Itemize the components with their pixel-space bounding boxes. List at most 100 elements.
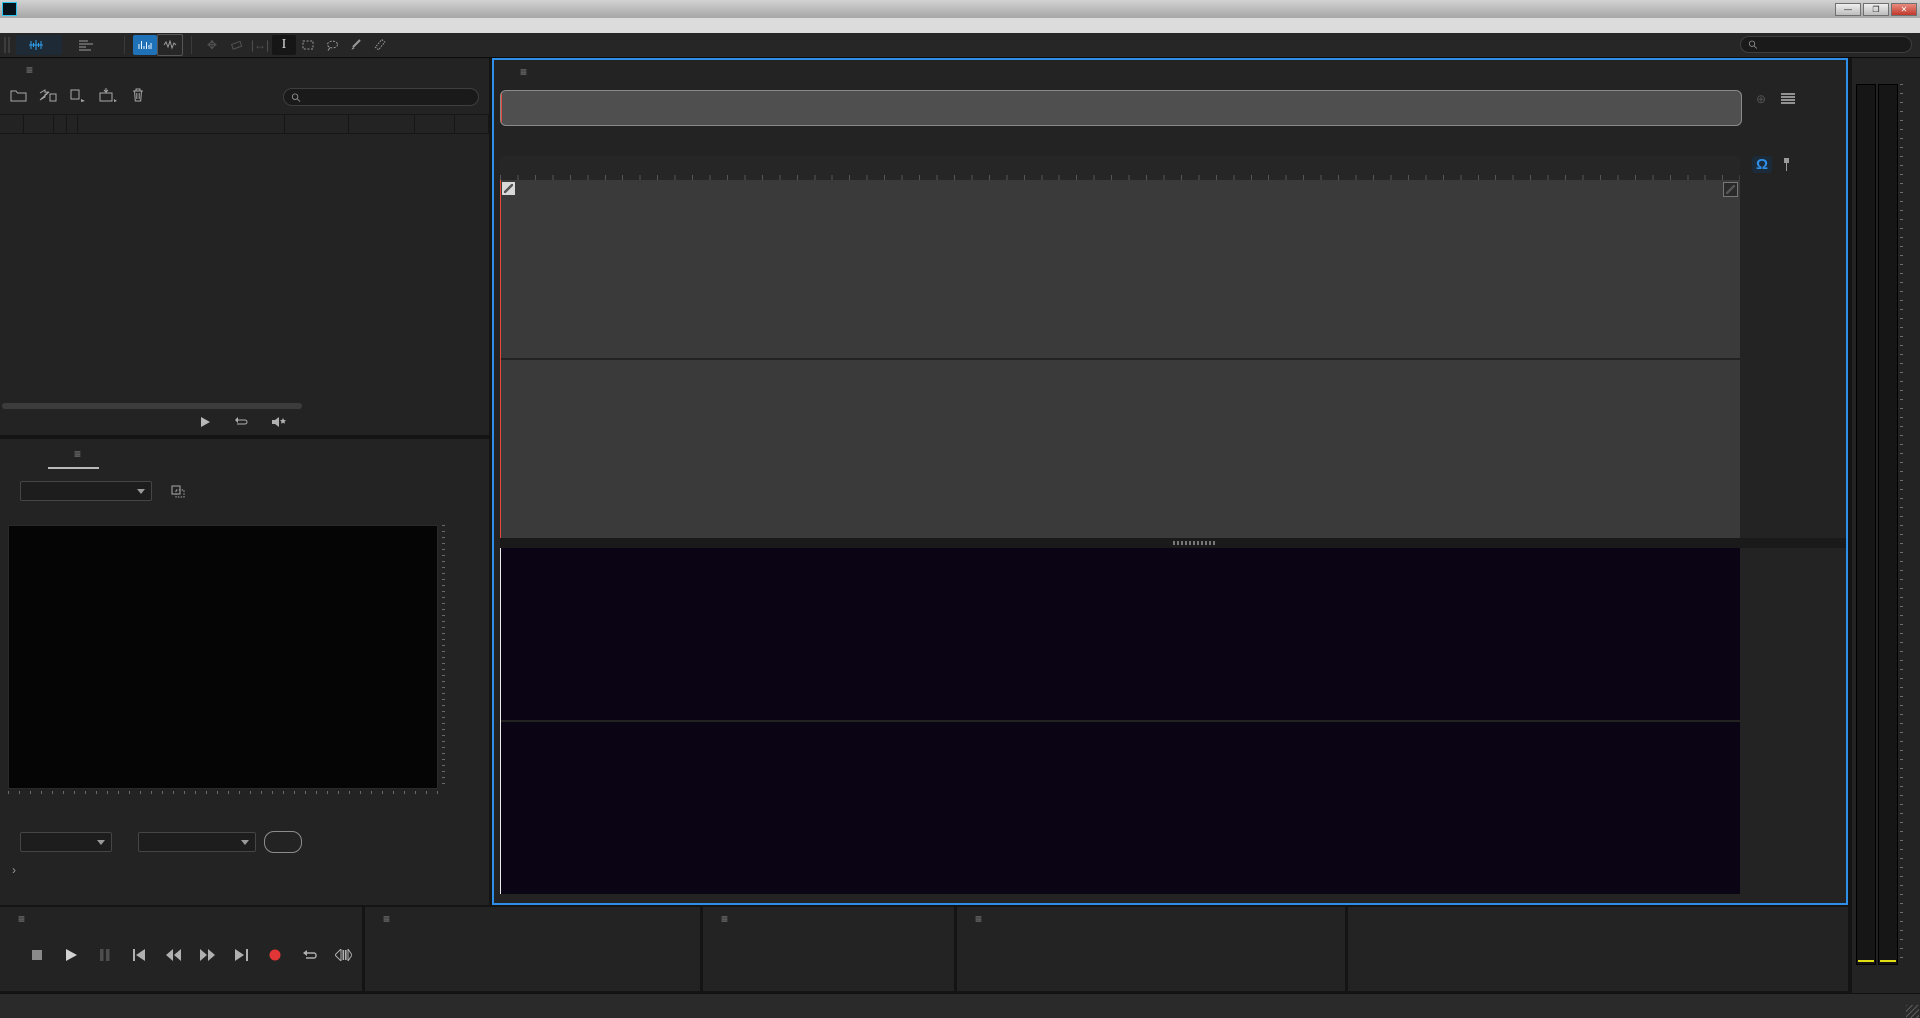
- paintbrush-icon: [351, 39, 361, 50]
- zoom-panel: ≡: [703, 907, 954, 991]
- slip-tool[interactable]: |↔|: [248, 35, 272, 55]
- tab-amplitude-statistics[interactable]: [12, 447, 48, 453]
- preview-play-button[interactable]: [200, 416, 211, 428]
- panel-menu-icon[interactable]: ≡: [975, 912, 982, 926]
- files-search-input[interactable]: [305, 88, 471, 106]
- play-button[interactable]: [60, 945, 82, 965]
- spectral-display-icon: [138, 41, 152, 49]
- display-select[interactable]: [20, 832, 112, 852]
- waveform-channel-2[interactable]: [500, 360, 1740, 538]
- hz-scale-channel-2: [1742, 722, 1846, 894]
- razor-tool[interactable]: [224, 35, 248, 55]
- db-scale-channel-1: [1742, 180, 1846, 358]
- record-button[interactable]: [264, 945, 286, 965]
- maximize-button[interactable]: ❐: [1863, 2, 1889, 16]
- panel-menu-icon[interactable]: ≡: [18, 912, 25, 926]
- waveform-editor-button[interactable]: [16, 35, 62, 55]
- new-item-icon[interactable]: [68, 86, 88, 104]
- lasso-icon: [326, 40, 338, 51]
- resize-grip[interactable]: [1906, 1005, 1919, 1018]
- tab-frequency-analysis[interactable]: ≡: [48, 447, 100, 469]
- toolbar: ✥ |↔| I: [0, 33, 1920, 58]
- titlebar: — ❐ ✕: [0, 0, 1920, 18]
- snapshot-icon[interactable]: [168, 482, 188, 500]
- workspace-bar: [590, 33, 1708, 57]
- spectrogram-channel-1[interactable]: [500, 548, 1740, 720]
- search-icon: [291, 92, 301, 102]
- marquee-icon: [302, 40, 314, 50]
- waveform-icon: [29, 40, 43, 50]
- edit-marker-icon[interactable]: [1723, 182, 1738, 197]
- chevron-right-icon[interactable]: ›: [12, 863, 16, 877]
- graph-db-axis: [440, 525, 481, 789]
- open-file-icon[interactable]: [8, 86, 28, 104]
- playhead-line[interactable]: [500, 180, 501, 538]
- snap-magnet-icon[interactable]: Ω: [1752, 156, 1773, 173]
- panel-menu-icon[interactable]: ≡: [26, 63, 33, 77]
- import-file-icon[interactable]: [38, 86, 58, 104]
- waveform-display-toggle[interactable]: [157, 34, 183, 56]
- go-to-end-button[interactable]: [230, 945, 252, 965]
- close-button[interactable]: ✕: [1891, 2, 1917, 16]
- chevron-down-icon: [137, 489, 145, 498]
- overview-waveform-canvas: [501, 91, 1739, 123]
- healing-brush-icon: [374, 39, 386, 51]
- auto-play-button[interactable]: [271, 416, 287, 428]
- fast-forward-button[interactable]: [196, 945, 218, 965]
- top-channel-select[interactable]: [138, 832, 256, 852]
- move-tool[interactable]: ✥: [200, 35, 224, 55]
- multitrack-button[interactable]: [66, 35, 112, 55]
- rewind-button[interactable]: [162, 945, 184, 965]
- time-selection-tool[interactable]: I: [272, 35, 296, 55]
- zoom-navigator-icon[interactable]: ⊕: [1756, 92, 1766, 106]
- spectrogram-channel-2[interactable]: [500, 722, 1740, 894]
- toolbar-grip[interactable]: [4, 37, 12, 53]
- level-meter[interactable]: [1856, 84, 1898, 965]
- spot-healing-brush-tool[interactable]: [368, 35, 392, 55]
- help-search-input[interactable]: [1763, 37, 1904, 52]
- waveform-display[interactable]: [500, 180, 1740, 538]
- menubar: [0, 18, 1920, 33]
- panel-menu-icon[interactable]: ≡: [383, 912, 390, 926]
- panel-menu-icon[interactable]: ≡: [721, 912, 728, 926]
- loop-playback-button[interactable]: [233, 416, 249, 428]
- level-meter-bar-left: [1856, 84, 1876, 965]
- edit-marker-icon[interactable]: [502, 182, 515, 195]
- skip-selection-button[interactable]: [332, 945, 354, 965]
- scale-select[interactable]: [20, 481, 152, 501]
- spectral-display-toggle[interactable]: [133, 35, 157, 55]
- spectral-display[interactable]: [500, 548, 1740, 894]
- razor-icon: [230, 40, 242, 50]
- go-to-start-button[interactable]: [128, 945, 150, 965]
- empty-panel: [1348, 907, 1848, 991]
- delete-icon[interactable]: [128, 86, 148, 104]
- overview-playhead: [501, 91, 502, 125]
- stop-button[interactable]: [26, 945, 48, 965]
- loop-playback-button[interactable]: [298, 945, 320, 965]
- pause-button[interactable]: [94, 945, 116, 965]
- minimize-button[interactable]: —: [1835, 2, 1861, 16]
- playhead-line[interactable]: [500, 548, 501, 894]
- insert-multitrack-icon[interactable]: [98, 86, 118, 104]
- tab-history[interactable]: [99, 447, 135, 453]
- waveform-channel-1[interactable]: [500, 180, 1740, 358]
- status-bar: [0, 993, 1920, 1018]
- lasso-selection-tool[interactable]: [320, 35, 344, 55]
- timeline-ruler[interactable]: [500, 156, 1740, 181]
- scan-button[interactable]: [264, 831, 302, 853]
- graph-hz-axis: [8, 789, 438, 809]
- chevron-down-icon: [97, 840, 105, 849]
- db-scale-channel-2: [1742, 360, 1846, 538]
- files-column-headers[interactable]: [0, 114, 489, 134]
- files-search-box: [283, 88, 479, 106]
- marquee-selection-tool[interactable]: [296, 35, 320, 55]
- pin-icon[interactable]: [1782, 157, 1791, 172]
- paintbrush-tool[interactable]: [344, 35, 368, 55]
- wave-spectral-divider[interactable]: [500, 538, 1846, 548]
- transport-panel: ≡: [0, 907, 362, 991]
- panel-menu-icon[interactable]: ≡: [520, 65, 527, 79]
- panel-list-icon[interactable]: [1780, 92, 1796, 106]
- overview-strip[interactable]: [500, 90, 1742, 126]
- files-hscrollbar[interactable]: [2, 403, 302, 409]
- search-icon: [1748, 40, 1758, 49]
